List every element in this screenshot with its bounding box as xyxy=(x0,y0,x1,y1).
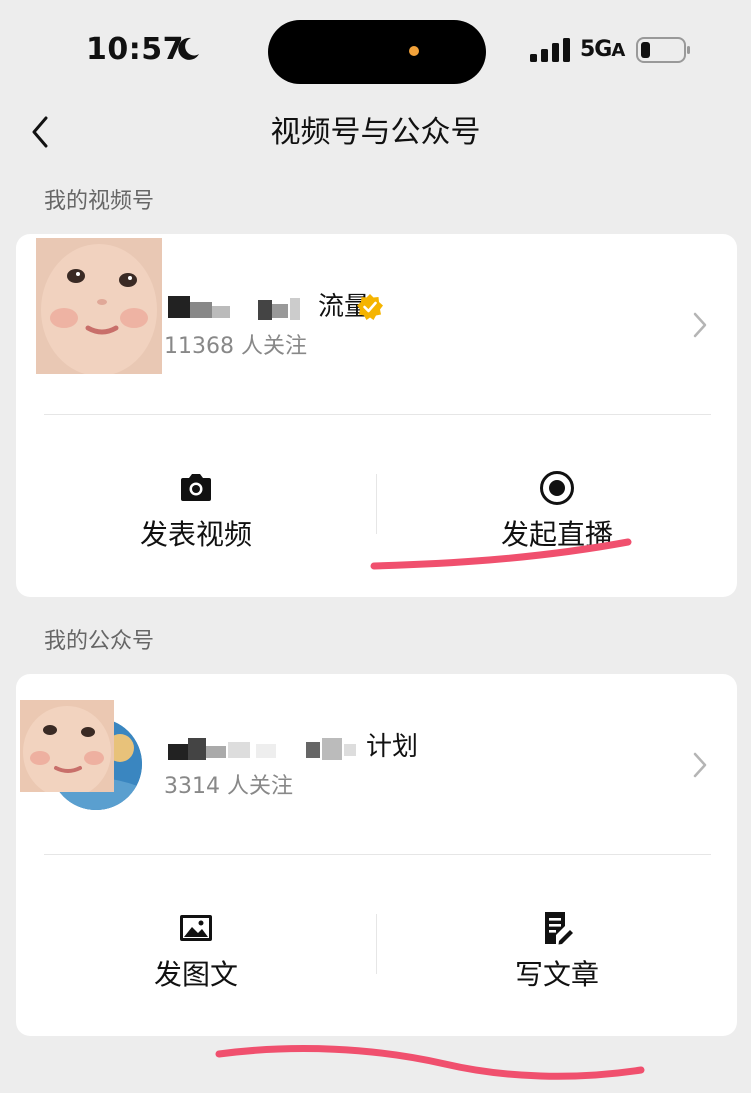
write-article-button[interactable]: 写文章 xyxy=(407,900,707,1040)
status-bar: 10:57 5GA xyxy=(0,0,751,100)
official-account-follower-count: 3314 人关注 xyxy=(164,774,293,799)
chevron-right-icon xyxy=(693,312,707,338)
annotation-wave xyxy=(215,1045,645,1080)
channels-section-title: 我的视频号 xyxy=(44,189,155,214)
moon-icon xyxy=(178,37,199,60)
verified-badge-icon xyxy=(357,294,383,320)
status-time: 10:57 xyxy=(86,32,184,67)
action-separator xyxy=(376,914,377,974)
privacy-indicator-dot xyxy=(409,46,419,56)
channels-account-row[interactable]: 流量 11368 人关注 xyxy=(16,234,737,414)
official-account-name: 计划 xyxy=(366,732,419,762)
network-label: 5GA xyxy=(580,37,625,62)
chevron-right-icon xyxy=(693,752,707,778)
divider xyxy=(44,414,711,415)
action-separator xyxy=(376,474,377,534)
name-mosaic xyxy=(166,294,316,324)
nav-bar: 视频号与公众号 xyxy=(0,100,751,170)
dynamic-island xyxy=(268,20,486,84)
battery-icon xyxy=(636,37,690,63)
camera-icon xyxy=(181,474,211,501)
start-live-button[interactable]: 发起直播 xyxy=(407,460,707,600)
write-article-label: 写文章 xyxy=(514,958,599,991)
channels-follower-count: 11368 人关注 xyxy=(164,334,307,359)
channels-avatar xyxy=(36,238,162,374)
start-live-label: 发起直播 xyxy=(500,518,613,551)
write-article-icon xyxy=(545,912,573,945)
official-account-section-title: 我的公众号 xyxy=(44,629,155,654)
publish-video-label: 发表视频 xyxy=(139,518,252,551)
official-account-avatar-overlay xyxy=(20,700,114,792)
channels-card: 流量 11368 人关注 发表视频 发起直播 xyxy=(16,234,737,597)
name-mosaic xyxy=(166,734,366,764)
official-account-card: 计划 3314 人关注 发图文 写文章 xyxy=(16,674,737,1036)
post-image-text-button[interactable]: 发图文 xyxy=(46,900,346,1040)
image-icon xyxy=(180,915,212,941)
live-record-icon xyxy=(540,471,574,505)
official-account-row[interactable]: 计划 3314 人关注 xyxy=(16,674,737,854)
page-title: 视频号与公众号 xyxy=(270,115,481,150)
back-button[interactable] xyxy=(24,112,60,152)
publish-video-button[interactable]: 发表视频 xyxy=(46,460,346,600)
signal-icon xyxy=(530,38,570,62)
divider xyxy=(44,854,711,855)
post-image-text-label: 发图文 xyxy=(153,958,238,991)
